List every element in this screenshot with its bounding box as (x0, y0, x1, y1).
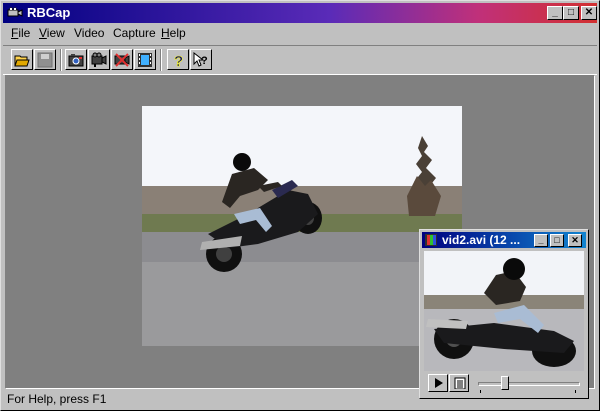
app-icon (7, 7, 23, 17)
close-button[interactable]: ✕ (581, 6, 597, 20)
video-child-window[interactable]: vid2.avi (12 ... _ □ ✕ (419, 229, 589, 399)
child-maximize-button[interactable]: □ (550, 234, 564, 247)
menu-bar: File View Video Capture Help (3, 24, 597, 42)
title-bar[interactable]: RBCap _ □ ✕ (3, 3, 597, 23)
help-icon: ? (174, 53, 184, 68)
slider-tick (575, 390, 576, 393)
avi-file-icon (425, 234, 437, 246)
properties-button[interactable] (449, 374, 469, 392)
stop-capture-button[interactable] (111, 49, 133, 70)
toolbar-separator (160, 49, 162, 71)
snapshot-icon (68, 54, 84, 67)
child-close-button[interactable]: ✕ (568, 234, 582, 247)
window-title: RBCap (27, 5, 71, 20)
context-help-button[interactable]: ? (190, 49, 212, 70)
slider-tick (480, 390, 481, 393)
record-icon (91, 52, 107, 67)
svg-text:?: ? (174, 53, 183, 68)
properties-icon (454, 377, 466, 389)
snapshot-button[interactable] (65, 49, 87, 70)
child-window-title: vid2.avi (12 ... (442, 233, 521, 247)
save-button[interactable] (34, 49, 56, 70)
status-text: For Help, press F1 (7, 392, 107, 406)
film-icon (138, 53, 152, 67)
slider-thumb[interactable] (501, 376, 509, 390)
child-minimize-button[interactable]: _ (534, 234, 548, 247)
stop-capture-icon (114, 53, 130, 67)
record-button[interactable] (88, 49, 110, 70)
menu-view[interactable]: View (39, 26, 65, 40)
toolbar-separator (60, 49, 62, 71)
menu-file[interactable]: File (11, 26, 30, 40)
slider-track (478, 382, 580, 386)
menu-help[interactable]: Help (161, 26, 186, 40)
motorcycle-closeup-image (424, 251, 584, 371)
seek-slider[interactable] (478, 376, 580, 393)
open-button[interactable] (11, 49, 33, 70)
help-button[interactable]: ? (167, 49, 189, 70)
toolbar: ? ? (3, 45, 597, 75)
svg-text:?: ? (201, 55, 208, 67)
menu-video[interactable]: Video (74, 26, 104, 40)
open-icon (14, 55, 30, 67)
film-button[interactable] (134, 49, 156, 70)
video-preview (142, 106, 462, 346)
child-video-view (424, 251, 584, 371)
maximize-button[interactable]: □ (563, 6, 579, 20)
context-help-icon: ? (193, 52, 208, 67)
child-title-bar[interactable]: vid2.avi (12 ... _ □ ✕ (422, 232, 586, 248)
minimize-button[interactable]: _ (547, 6, 563, 20)
play-icon (435, 378, 443, 388)
play-button[interactable] (428, 374, 448, 392)
save-icon (37, 52, 53, 68)
motorcycle-wheelie-image (142, 106, 462, 346)
menu-capture[interactable]: Capture (113, 26, 156, 40)
